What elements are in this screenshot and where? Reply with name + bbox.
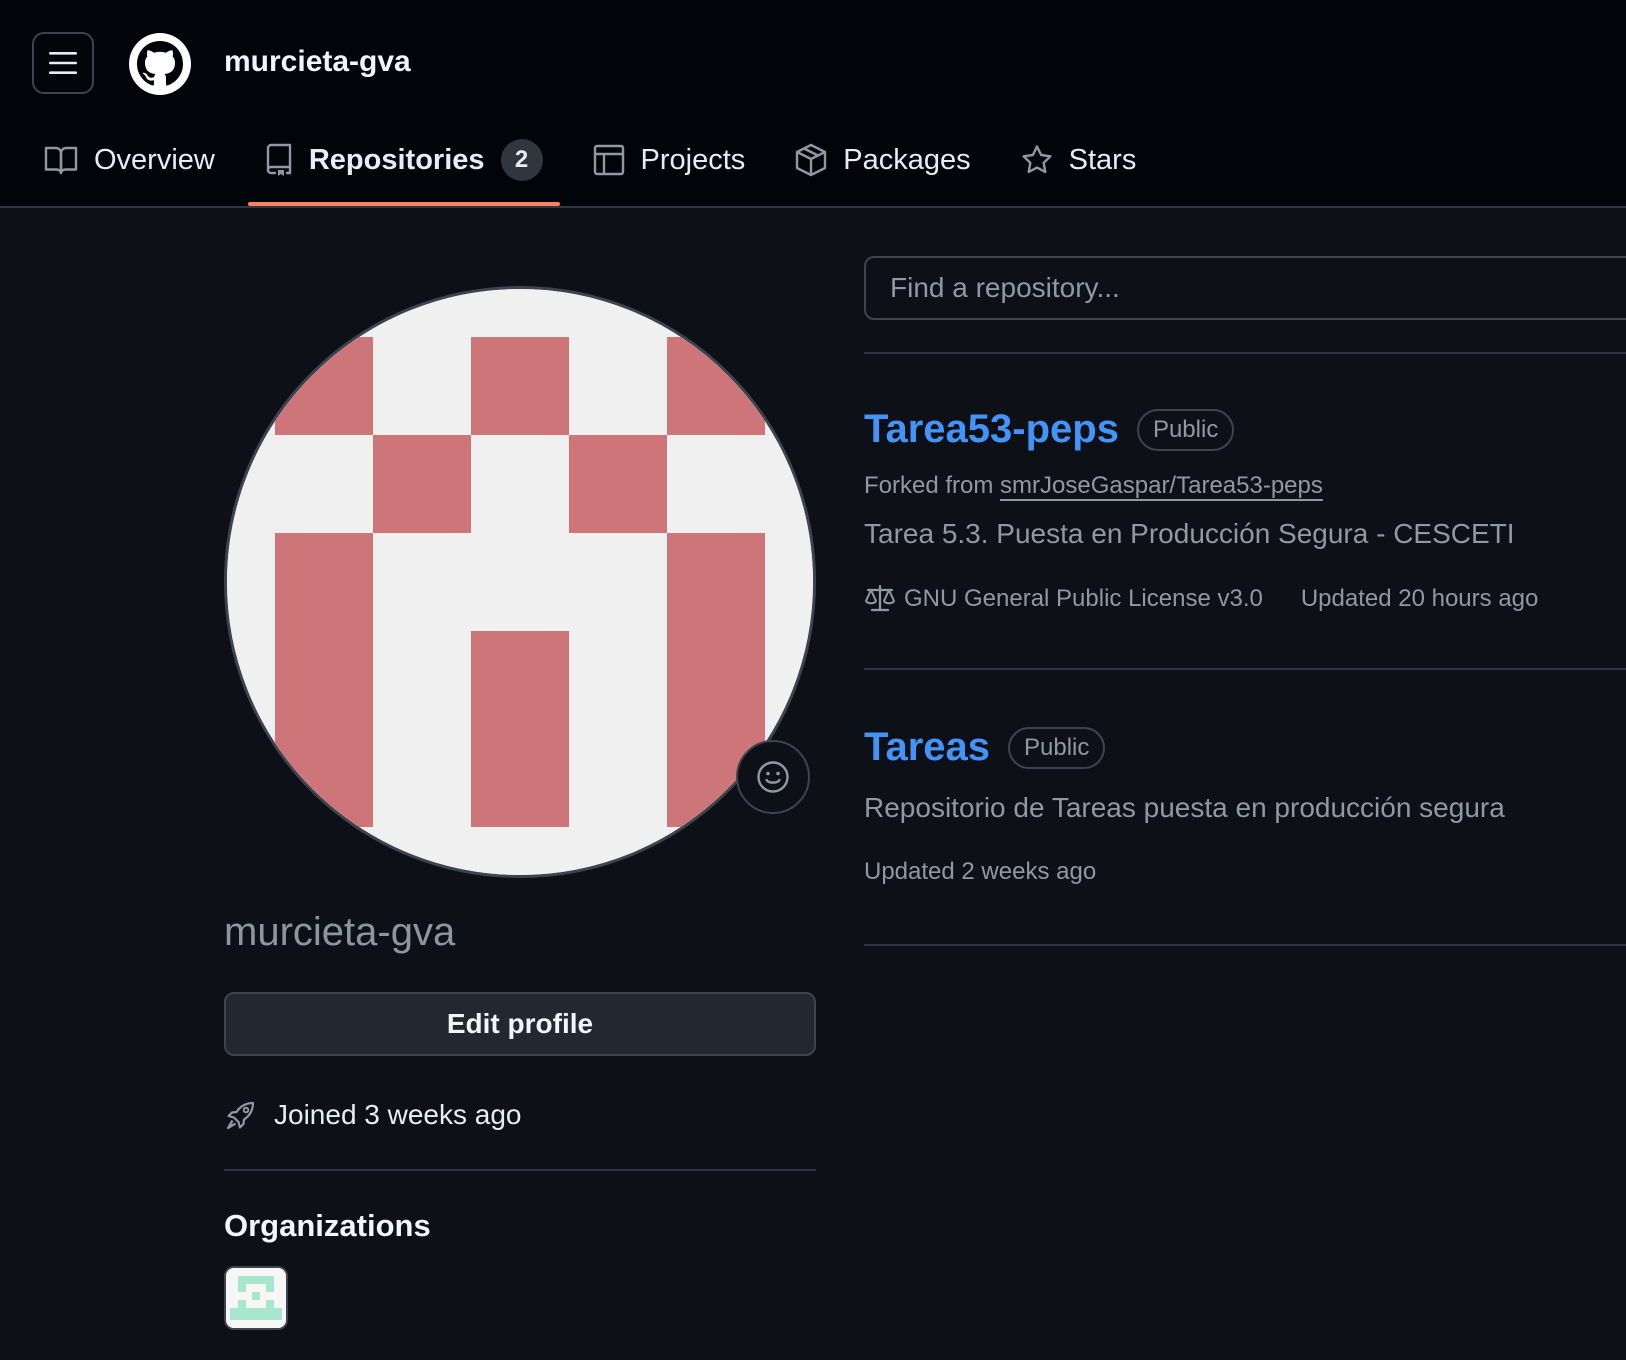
- license-info: GNU General Public License v3.0: [864, 584, 1263, 614]
- repo-description: Tarea 5.3. Puesta en Producción Segura -…: [864, 518, 1515, 549]
- repo-list-divider: [864, 668, 1626, 670]
- tab-repositories[interactable]: Repositories 2: [247, 134, 560, 206]
- sidebar-divider: [224, 1169, 816, 1171]
- hamburger-icon: [49, 52, 77, 74]
- repo-list-divider: [864, 352, 1626, 354]
- repo-description: Repositorio de Tareas puesta en producci…: [864, 792, 1505, 823]
- tab-packages-label: Packages: [843, 143, 971, 176]
- repo-list-item: Tarea53-peps Public Forked from smrJoseG…: [864, 407, 1538, 614]
- repo-icon: [266, 143, 292, 176]
- star-icon: [1022, 145, 1052, 174]
- forked-from-line: Forked from smrJoseGaspar/Tarea53-peps: [864, 472, 1538, 500]
- package-icon: [796, 143, 827, 177]
- law-scale-icon: [865, 584, 895, 612]
- github-logo-icon[interactable]: [128, 32, 192, 96]
- tab-overview-label: Overview: [94, 143, 215, 176]
- edit-profile-button[interactable]: Edit profile: [224, 992, 816, 1056]
- repo-list-divider: [864, 944, 1626, 946]
- tab-stars[interactable]: Stars: [1021, 134, 1137, 186]
- tab-overview[interactable]: Overview: [44, 134, 215, 186]
- book-icon: [44, 146, 78, 175]
- top-header: murcieta-gva Overview Repositories 2 Pro…: [0, 0, 1626, 208]
- repo-meta: GNU General Public License v3.0 Updated …: [864, 584, 1538, 614]
- visibility-badge: Public: [1008, 726, 1106, 769]
- header-username[interactable]: murcieta-gva: [224, 45, 411, 79]
- repo-name-link[interactable]: Tarea53-peps: [864, 407, 1119, 452]
- smiley-icon: [757, 761, 789, 793]
- repo-meta: Updated 2 weeks ago: [864, 858, 1505, 886]
- tab-stars-label: Stars: [1068, 143, 1137, 176]
- repo-list-item: Tareas Public Repositorio de Tareas pues…: [864, 725, 1505, 886]
- forked-from-link[interactable]: smrJoseGaspar/Tarea53-peps: [1000, 472, 1323, 499]
- identicon-image: [227, 289, 813, 875]
- profile-avatar[interactable]: [224, 286, 816, 878]
- tab-repositories-label: Repositories: [308, 143, 485, 176]
- set-status-button[interactable]: [736, 740, 810, 814]
- repo-name-link[interactable]: Tareas: [864, 725, 990, 770]
- joined-info: Joined 3 weeks ago: [224, 1098, 522, 1132]
- license-text: GNU General Public License v3.0: [904, 585, 1263, 612]
- organizations-heading: Organizations: [224, 1208, 431, 1243]
- updated-text: Updated 2 weeks ago: [864, 858, 1097, 885]
- tab-projects-label: Projects: [640, 143, 746, 176]
- profile-username: murcieta-gva: [224, 910, 456, 954]
- joined-text: Joined 3 weeks ago: [274, 1099, 522, 1130]
- find-repository-input[interactable]: [864, 256, 1626, 320]
- organization-avatar[interactable]: [224, 1266, 288, 1330]
- profile-tabs: Overview Repositories 2 Projects Package…: [44, 134, 1186, 206]
- table-icon: [593, 144, 624, 176]
- rocket-icon: [226, 1101, 255, 1130]
- tab-packages[interactable]: Packages: [795, 134, 971, 186]
- org-identicon-image: [226, 1268, 286, 1328]
- visibility-badge: Public: [1136, 408, 1235, 451]
- repositories-count-badge: 2: [500, 139, 543, 181]
- hamburger-menu-button[interactable]: [32, 32, 94, 94]
- forked-from-prefix: Forked from: [864, 472, 994, 499]
- tab-projects[interactable]: Projects: [593, 134, 746, 186]
- updated-text: Updated 20 hours ago: [1300, 585, 1539, 612]
